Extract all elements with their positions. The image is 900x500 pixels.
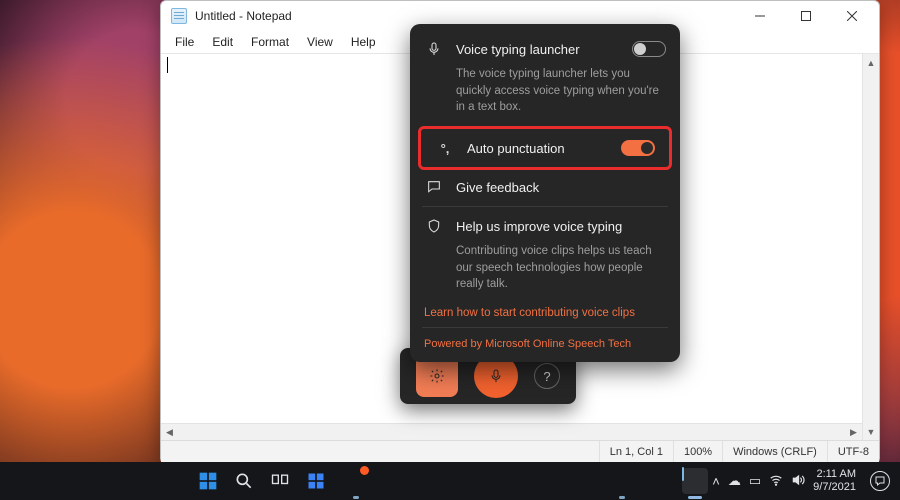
window-controls xyxy=(737,1,875,31)
microphone-icon xyxy=(424,41,444,57)
shield-icon xyxy=(424,218,444,234)
give-feedback-row[interactable]: Give feedback xyxy=(410,170,680,204)
scroll-down-arrow[interactable]: ▼ xyxy=(863,423,879,440)
status-zoom: 100% xyxy=(673,441,722,463)
horizontal-scrollbar[interactable]: ◀ ▶ xyxy=(161,423,862,440)
punctuation-icon: °, xyxy=(435,141,455,156)
status-position: Ln 1, Col 1 xyxy=(599,441,673,463)
learn-link[interactable]: Learn how to start contributing voice cl… xyxy=(410,303,680,321)
statusbar: Ln 1, Col 1 100% Windows (CRLF) UTF-8 xyxy=(161,440,879,463)
tray-display-icon[interactable]: ▭ xyxy=(749,473,761,489)
minimize-button[interactable] xyxy=(737,1,783,31)
give-feedback-label: Give feedback xyxy=(456,180,666,195)
notifications-button[interactable] xyxy=(870,471,890,491)
improve-row[interactable]: Help us improve voice typing xyxy=(410,209,680,243)
voice-launcher-toggle[interactable] xyxy=(632,41,666,57)
taskbar-app-explorer[interactable] xyxy=(378,468,404,494)
voice-typing-panel: Voice typing launcher The voice typing l… xyxy=(410,24,680,362)
tray-volume-icon[interactable] xyxy=(791,473,805,490)
tray-network-icon[interactable] xyxy=(769,473,783,490)
system-tray: ˄ ☁ ▭ 2:11 AM 9/7/2021 xyxy=(708,468,900,493)
menu-file[interactable]: File xyxy=(167,33,202,51)
task-view-button[interactable] xyxy=(268,469,292,493)
panel-footer: Powered by Microsoft Online Speech Tech xyxy=(410,330,680,356)
taskbar-app-chat[interactable] xyxy=(340,468,366,494)
close-button[interactable] xyxy=(829,1,875,31)
window-title: Untitled - Notepad xyxy=(195,9,292,23)
taskbar-app-files[interactable] xyxy=(644,468,670,494)
taskbar: ˄ ☁ ▭ 2:11 AM 9/7/2021 xyxy=(0,462,900,500)
taskbar-app-store[interactable] xyxy=(454,468,480,494)
start-button[interactable] xyxy=(196,469,220,493)
maximize-button[interactable] xyxy=(783,1,829,31)
scroll-up-arrow[interactable]: ▲ xyxy=(863,54,879,71)
menu-edit[interactable]: Edit xyxy=(204,33,241,51)
improve-desc: Contributing voice clips helps us teach … xyxy=(410,243,680,303)
notepad-icon xyxy=(171,8,187,24)
menu-help[interactable]: Help xyxy=(343,33,384,51)
taskbar-app-edge[interactable] xyxy=(416,468,442,494)
auto-punctuation-label: Auto punctuation xyxy=(467,141,609,156)
auto-punctuation-highlight: °, Auto punctuation xyxy=(418,126,672,170)
feedback-icon xyxy=(424,179,444,195)
voice-launcher-row[interactable]: Voice typing launcher xyxy=(410,32,680,66)
scroll-left-arrow[interactable]: ◀ xyxy=(161,424,178,440)
vertical-scrollbar[interactable]: ▲ ▼ xyxy=(862,54,879,440)
text-caret xyxy=(167,57,168,73)
tray-onedrive-icon[interactable]: ☁ xyxy=(728,473,741,489)
menu-format[interactable]: Format xyxy=(243,33,297,51)
taskbar-center xyxy=(196,468,708,494)
status-eol: Windows (CRLF) xyxy=(722,441,827,463)
status-encoding: UTF-8 xyxy=(827,441,879,463)
panel-separator-2 xyxy=(422,327,668,328)
notification-badge-icon xyxy=(360,466,369,475)
taskbar-app-notepad[interactable] xyxy=(682,468,708,494)
auto-punctuation-toggle[interactable] xyxy=(621,140,655,156)
taskbar-app-phone[interactable] xyxy=(568,468,594,494)
voice-help-button[interactable]: ? xyxy=(534,363,560,389)
improve-label: Help us improve voice typing xyxy=(456,219,666,234)
scroll-right-arrow[interactable]: ▶ xyxy=(845,424,862,440)
taskbar-app-photos[interactable] xyxy=(530,468,556,494)
tray-datetime[interactable]: 2:11 AM 9/7/2021 xyxy=(813,468,858,493)
taskbar-app-chrome[interactable] xyxy=(606,468,632,494)
tray-chevron-up-icon[interactable]: ˄ xyxy=(712,474,720,489)
taskbar-app-mail[interactable] xyxy=(492,468,518,494)
search-button[interactable] xyxy=(232,469,256,493)
tray-time: 2:11 AM xyxy=(816,468,856,481)
panel-separator xyxy=(422,206,668,207)
menu-view[interactable]: View xyxy=(299,33,341,51)
auto-punctuation-row[interactable]: °, Auto punctuation xyxy=(433,131,657,165)
voice-launcher-label: Voice typing launcher xyxy=(456,42,620,57)
voice-launcher-desc: The voice typing launcher lets you quick… xyxy=(410,66,680,126)
widgets-button[interactable] xyxy=(304,469,328,493)
tray-date: 9/7/2021 xyxy=(813,481,856,494)
